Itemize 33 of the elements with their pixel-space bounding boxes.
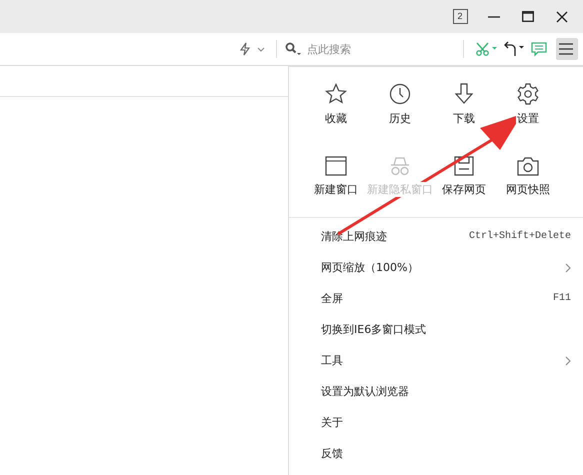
menu-icon [559,43,573,55]
download-arrow-icon [455,83,473,105]
menu-item[interactable]: 全屏 F11 [289,283,583,314]
menu-grid-item[interactable]: 新建窗口 [304,150,368,217]
undo-arrow-icon [503,41,525,57]
gear-icon [517,83,539,105]
search-icon [285,42,301,56]
maximize-icon [522,11,534,22]
menu-grid-item[interactable]: 历史 [368,77,432,146]
chat-icon [531,42,547,56]
scissors-icon [475,42,497,56]
shortcut-label: Ctrl+Shift+Delete [468,231,571,242]
menu-item[interactable]: 设置为默认浏览器 [289,376,583,407]
shortcut-label: F11 [552,293,571,304]
menu-grid-item[interactable]: 网页快照 [496,150,560,217]
menu-item[interactable]: 网页缩放（100%） [289,252,583,283]
menu-button[interactable] [556,38,578,60]
camera-icon [517,156,539,176]
tab-count: 2 [452,9,468,24]
clock-icon [389,83,411,105]
chevron-down-icon [257,46,265,52]
window-icon [325,156,347,176]
close-icon [556,10,568,22]
menu-item[interactable]: 关于 [289,407,583,438]
menu-grid-item[interactable]: 保存网页 [432,150,496,217]
menu-item[interactable]: 反馈 [289,438,583,469]
star-icon [325,83,347,105]
menu-grid-item[interactable]: 收藏 [304,77,368,146]
menu-item[interactable]: 工具 [289,345,583,376]
menu-item[interactable]: 切换到IE6多窗口模式 [289,314,583,345]
incognito-icon [389,156,411,176]
tab-count-button[interactable]: 2 [443,0,477,33]
lightning-icon [239,42,251,56]
